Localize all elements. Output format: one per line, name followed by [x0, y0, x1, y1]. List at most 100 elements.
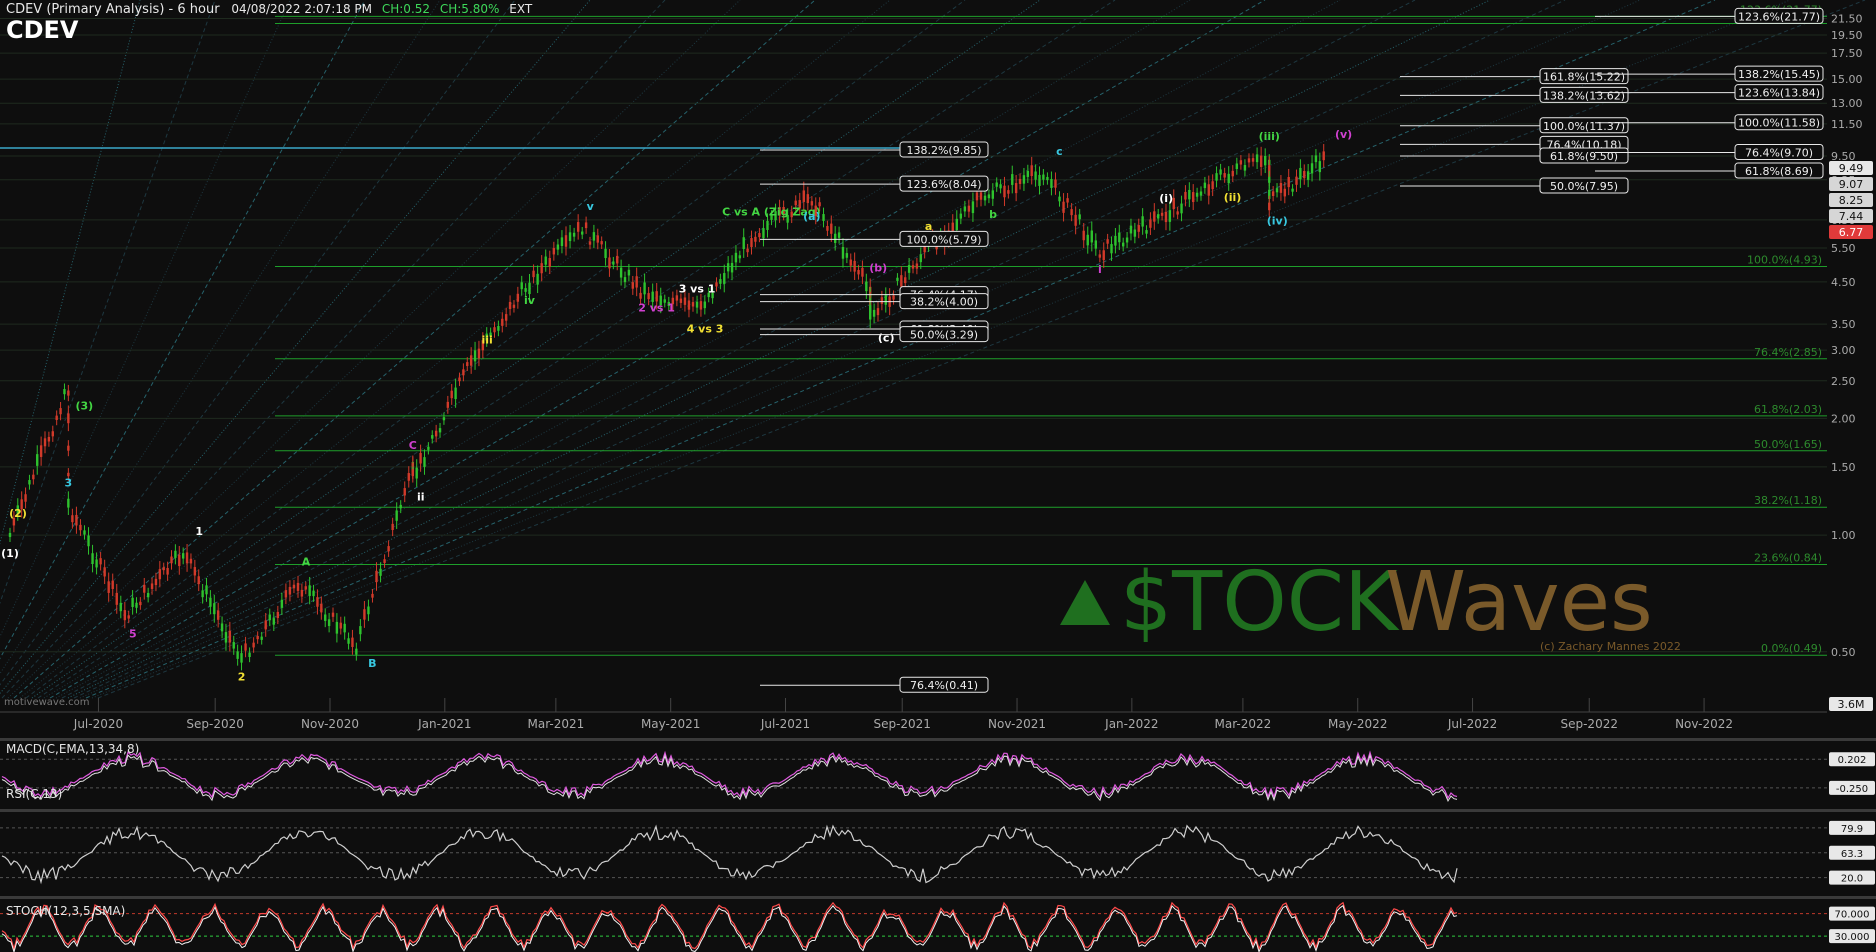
candle-body	[1156, 214, 1160, 219]
candle-body	[308, 585, 311, 596]
candle-body	[201, 590, 204, 598]
time-axis-tick: Nov-2020	[301, 717, 359, 731]
candle-body	[1188, 189, 1191, 200]
candle-body	[1306, 171, 1310, 180]
price-tag-label: 9.07	[1839, 178, 1864, 191]
candle-body	[1291, 188, 1294, 192]
candle-body	[1168, 210, 1172, 222]
candle-body	[723, 273, 726, 284]
price-axis-tick: 2.50	[1831, 375, 1856, 388]
candle-body	[339, 622, 342, 629]
fib-level-label: 0.0%(0.49)	[1761, 642, 1822, 655]
candle-body	[119, 602, 122, 612]
candle-body	[861, 267, 864, 277]
candle-body	[454, 387, 457, 400]
candle-body	[955, 218, 958, 231]
candle-body	[581, 231, 584, 235]
candle-body	[608, 257, 611, 269]
candle-body	[1279, 182, 1283, 193]
candle-body	[411, 469, 415, 477]
candle-body	[695, 301, 699, 308]
candle-body	[67, 445, 70, 451]
candle-body	[205, 585, 208, 595]
candle-body	[438, 428, 442, 433]
candle-body	[1062, 201, 1065, 213]
candle-body	[256, 635, 259, 640]
candle-body	[892, 295, 895, 300]
candle-body	[232, 642, 235, 649]
candle-body	[592, 232, 596, 241]
candle-body	[845, 253, 849, 258]
wave-label: (iii)	[1259, 130, 1280, 143]
candle-body	[849, 259, 852, 266]
wave-label: i	[1098, 263, 1102, 276]
candle-body	[284, 590, 288, 598]
candle-body	[87, 535, 90, 547]
candle-body	[1022, 175, 1026, 184]
candle-body	[520, 282, 523, 290]
wave-label: b	[989, 208, 997, 221]
price-change: CH:0.52	[381, 2, 431, 16]
candle-body	[419, 452, 422, 464]
candle-body	[1018, 178, 1022, 184]
candle-body	[876, 308, 880, 316]
candle-body	[51, 431, 54, 437]
candle-body	[209, 597, 212, 607]
candle-body	[423, 457, 426, 467]
candle-body	[604, 248, 607, 259]
candle-body	[1255, 154, 1259, 163]
candle-body	[123, 610, 127, 621]
fib-level-label: 50.0%(1.65)	[1754, 438, 1822, 451]
candle-body	[643, 282, 646, 295]
macd-tag-label: 0.202	[1838, 755, 1867, 766]
candle-body	[504, 314, 508, 321]
price-axis-tick: 19.50	[1831, 29, 1863, 42]
price-change-percent: CH:5.80%	[439, 2, 500, 16]
candle-body	[24, 494, 27, 502]
candle-body	[730, 262, 734, 273]
candle-body	[115, 592, 118, 605]
candle-body	[166, 567, 169, 575]
time-axis-tick: Nov-2021	[988, 717, 1046, 731]
wave-label: 5	[129, 628, 137, 641]
candle-body	[1207, 184, 1210, 196]
candle-body	[991, 190, 995, 199]
candle-body	[150, 583, 154, 589]
candle-body	[967, 205, 971, 212]
price-tag-label: 6.77	[1839, 226, 1864, 239]
candle-body	[67, 498, 70, 508]
fib-level-label: 100.0%(4.93)	[1747, 253, 1822, 266]
candle-body	[619, 267, 623, 278]
candle-body	[1011, 174, 1014, 185]
candle-body	[343, 623, 346, 633]
candle-body	[466, 362, 469, 367]
source-watermark: motivewave.com	[4, 697, 90, 708]
candle-body	[189, 558, 193, 564]
wave-label: (1)	[1, 547, 19, 560]
candle-body	[28, 480, 31, 485]
time-axis-tick: Sep-2022	[1560, 717, 1618, 731]
candle-body	[497, 325, 500, 331]
candle-body	[1247, 158, 1251, 163]
fib-box-label: 61.8%(9.50)	[1550, 150, 1618, 163]
candle-body	[1114, 235, 1117, 246]
candle-body	[371, 593, 374, 598]
rsi-tag-label: 79.9	[1841, 824, 1863, 835]
candle-body	[904, 277, 907, 284]
candle-body	[1121, 242, 1125, 247]
candle-body	[699, 301, 703, 310]
candle-body	[524, 288, 527, 292]
candle-body	[1118, 232, 1121, 243]
candle-body	[616, 255, 619, 264]
candle-body	[462, 369, 465, 376]
candle-body	[1160, 212, 1164, 216]
candle-body	[367, 606, 370, 615]
candle-body	[174, 550, 177, 558]
candle-body	[584, 222, 588, 229]
candle-body	[802, 190, 805, 202]
candle-body	[631, 282, 634, 289]
chart-canvas[interactable]: 0.501.001.502.002.503.003.504.505.506.50…	[0, 0, 1876, 952]
price-axis-tick: 0.50	[1831, 646, 1856, 659]
candle-body	[1082, 230, 1085, 241]
fib-box-label: 61.8%(8.69)	[1745, 165, 1813, 178]
